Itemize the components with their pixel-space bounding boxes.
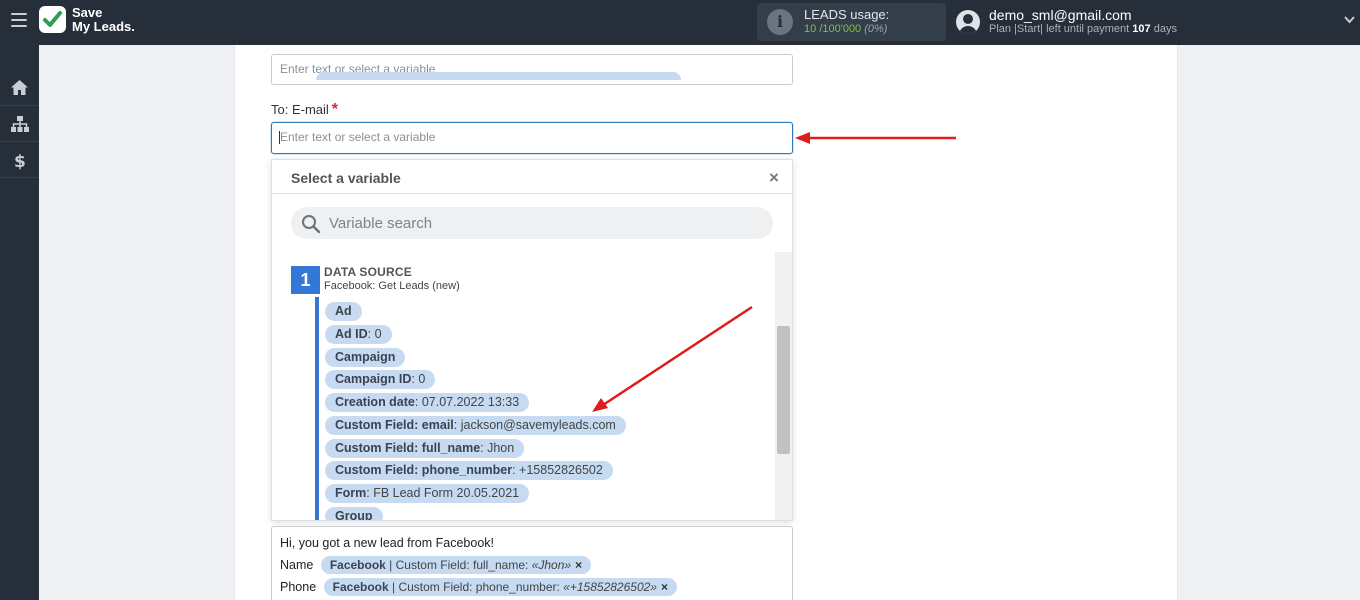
user-icon[interactable] (956, 10, 980, 34)
row-label: Phone (280, 580, 317, 594)
variable-item[interactable]: Creation date: 07.07.2022 13:33 (325, 393, 530, 412)
dollar-icon: $ (14, 152, 26, 170)
email-field[interactable]: Enter text or select a variable (271, 122, 793, 154)
variable-tag[interactable]: Facebook | Custom Field: full_name: «Jho… (320, 556, 592, 574)
variable-item[interactable]: Campaign ID: 0 (325, 370, 436, 389)
dropdown-title: Select a variable (291, 170, 401, 186)
remove-tag-icon[interactable]: × (575, 558, 582, 572)
variable-list: 1 DATA SOURCE Facebook: Get Leads (new) … (272, 252, 772, 520)
source-rail (315, 297, 319, 520)
remove-tag-icon[interactable]: × (661, 580, 668, 594)
text-variable-input[interactable]: Enter text or select a variable (271, 54, 793, 85)
plan-prefix: Plan |Start| left until payment (989, 23, 1130, 35)
usage-total: /100'000 (819, 23, 862, 35)
variable-item[interactable]: Custom Field: full_name: Jhon (325, 439, 525, 458)
top-bar: Save My Leads. i LEADS usage: 10 /100'00… (0, 0, 1360, 45)
usage-value: 10 /100'000 (0%) (804, 23, 887, 35)
source-subtitle: Facebook: Get Leads (new) (324, 280, 460, 292)
message-line: Hi, you got a new lead from Facebook! (280, 536, 495, 550)
logo-text[interactable]: Save My Leads. (72, 6, 135, 34)
close-icon[interactable]: × (769, 168, 779, 188)
variable-item[interactable]: Ad (325, 302, 362, 321)
usage-percent: (0%) (864, 23, 888, 35)
info-icon[interactable]: i (767, 9, 793, 35)
variable-item[interactable]: Ad ID: 0 (325, 325, 392, 344)
usage-label: LEADS usage: (804, 7, 890, 22)
sidebar-item-home[interactable] (0, 70, 39, 106)
logo-line-1: Save (72, 5, 103, 20)
select-variable-dropdown: Select a variable × Variable search 1 DA… (271, 159, 793, 521)
home-icon (11, 80, 28, 95)
svg-text:$: $ (14, 152, 26, 170)
plan-suffix: days (1153, 23, 1177, 35)
email-placeholder: Enter text or select a variable (280, 130, 436, 144)
sidebar-item-billing[interactable]: $ (0, 142, 39, 178)
menu-icon[interactable] (11, 13, 27, 27)
variable-item[interactable]: Custom Field: phone_number: +15852826502 (325, 461, 613, 480)
variable-tag[interactable]: Facebook | Custom Field: phone_number: «… (323, 578, 677, 596)
message-body-field[interactable]: Hi, you got a new lead from Facebook! Na… (271, 526, 793, 600)
user-plan: Plan |Start| left until payment 107 days (989, 23, 1177, 35)
message-row-name: Name Facebook | Custom Field: full_name:… (280, 556, 592, 574)
logo-line-2: My Leads. (72, 19, 135, 34)
leads-usage-panel: i LEADS usage: 10 /100'000 (0%) (757, 3, 946, 41)
required-mark: * (331, 101, 339, 118)
source-number-badge: 1 (291, 266, 320, 294)
search-icon (302, 215, 321, 234)
sidebar-item-integrations[interactable] (0, 106, 39, 142)
user-email[interactable]: demo_sml@gmail.com (989, 7, 1132, 23)
dropdown-header: Select a variable × (272, 160, 792, 194)
usage-used: 10 (804, 23, 817, 35)
variable-item[interactable]: Campaign (325, 348, 406, 367)
plan-days: 107 (1132, 23, 1151, 35)
variable-item[interactable]: Form: FB Lead Form 20.05.2021 (325, 484, 530, 503)
sidebar: $ (0, 45, 39, 600)
email-label-text: To: E-mail (271, 102, 329, 117)
variable-item-email[interactable]: Custom Field: email: jackson@savemyleads… (325, 416, 626, 435)
message-row-phone: Phone Facebook | Custom Field: phone_num… (280, 578, 677, 596)
row-label: Name (280, 558, 314, 572)
variable-tag-partial (316, 72, 681, 80)
email-field-label: To: E-mail * (271, 101, 338, 119)
variable-search-input[interactable]: Variable search (291, 207, 773, 239)
scrollbar-thumb[interactable] (777, 326, 790, 454)
logo-check-icon[interactable] (39, 6, 66, 33)
chevron-down-icon[interactable] (1344, 12, 1355, 27)
search-placeholder: Variable search (329, 215, 433, 232)
variable-item[interactable]: Group (325, 507, 383, 520)
source-title: DATA SOURCE (324, 265, 412, 279)
sitemap-icon (11, 116, 29, 132)
